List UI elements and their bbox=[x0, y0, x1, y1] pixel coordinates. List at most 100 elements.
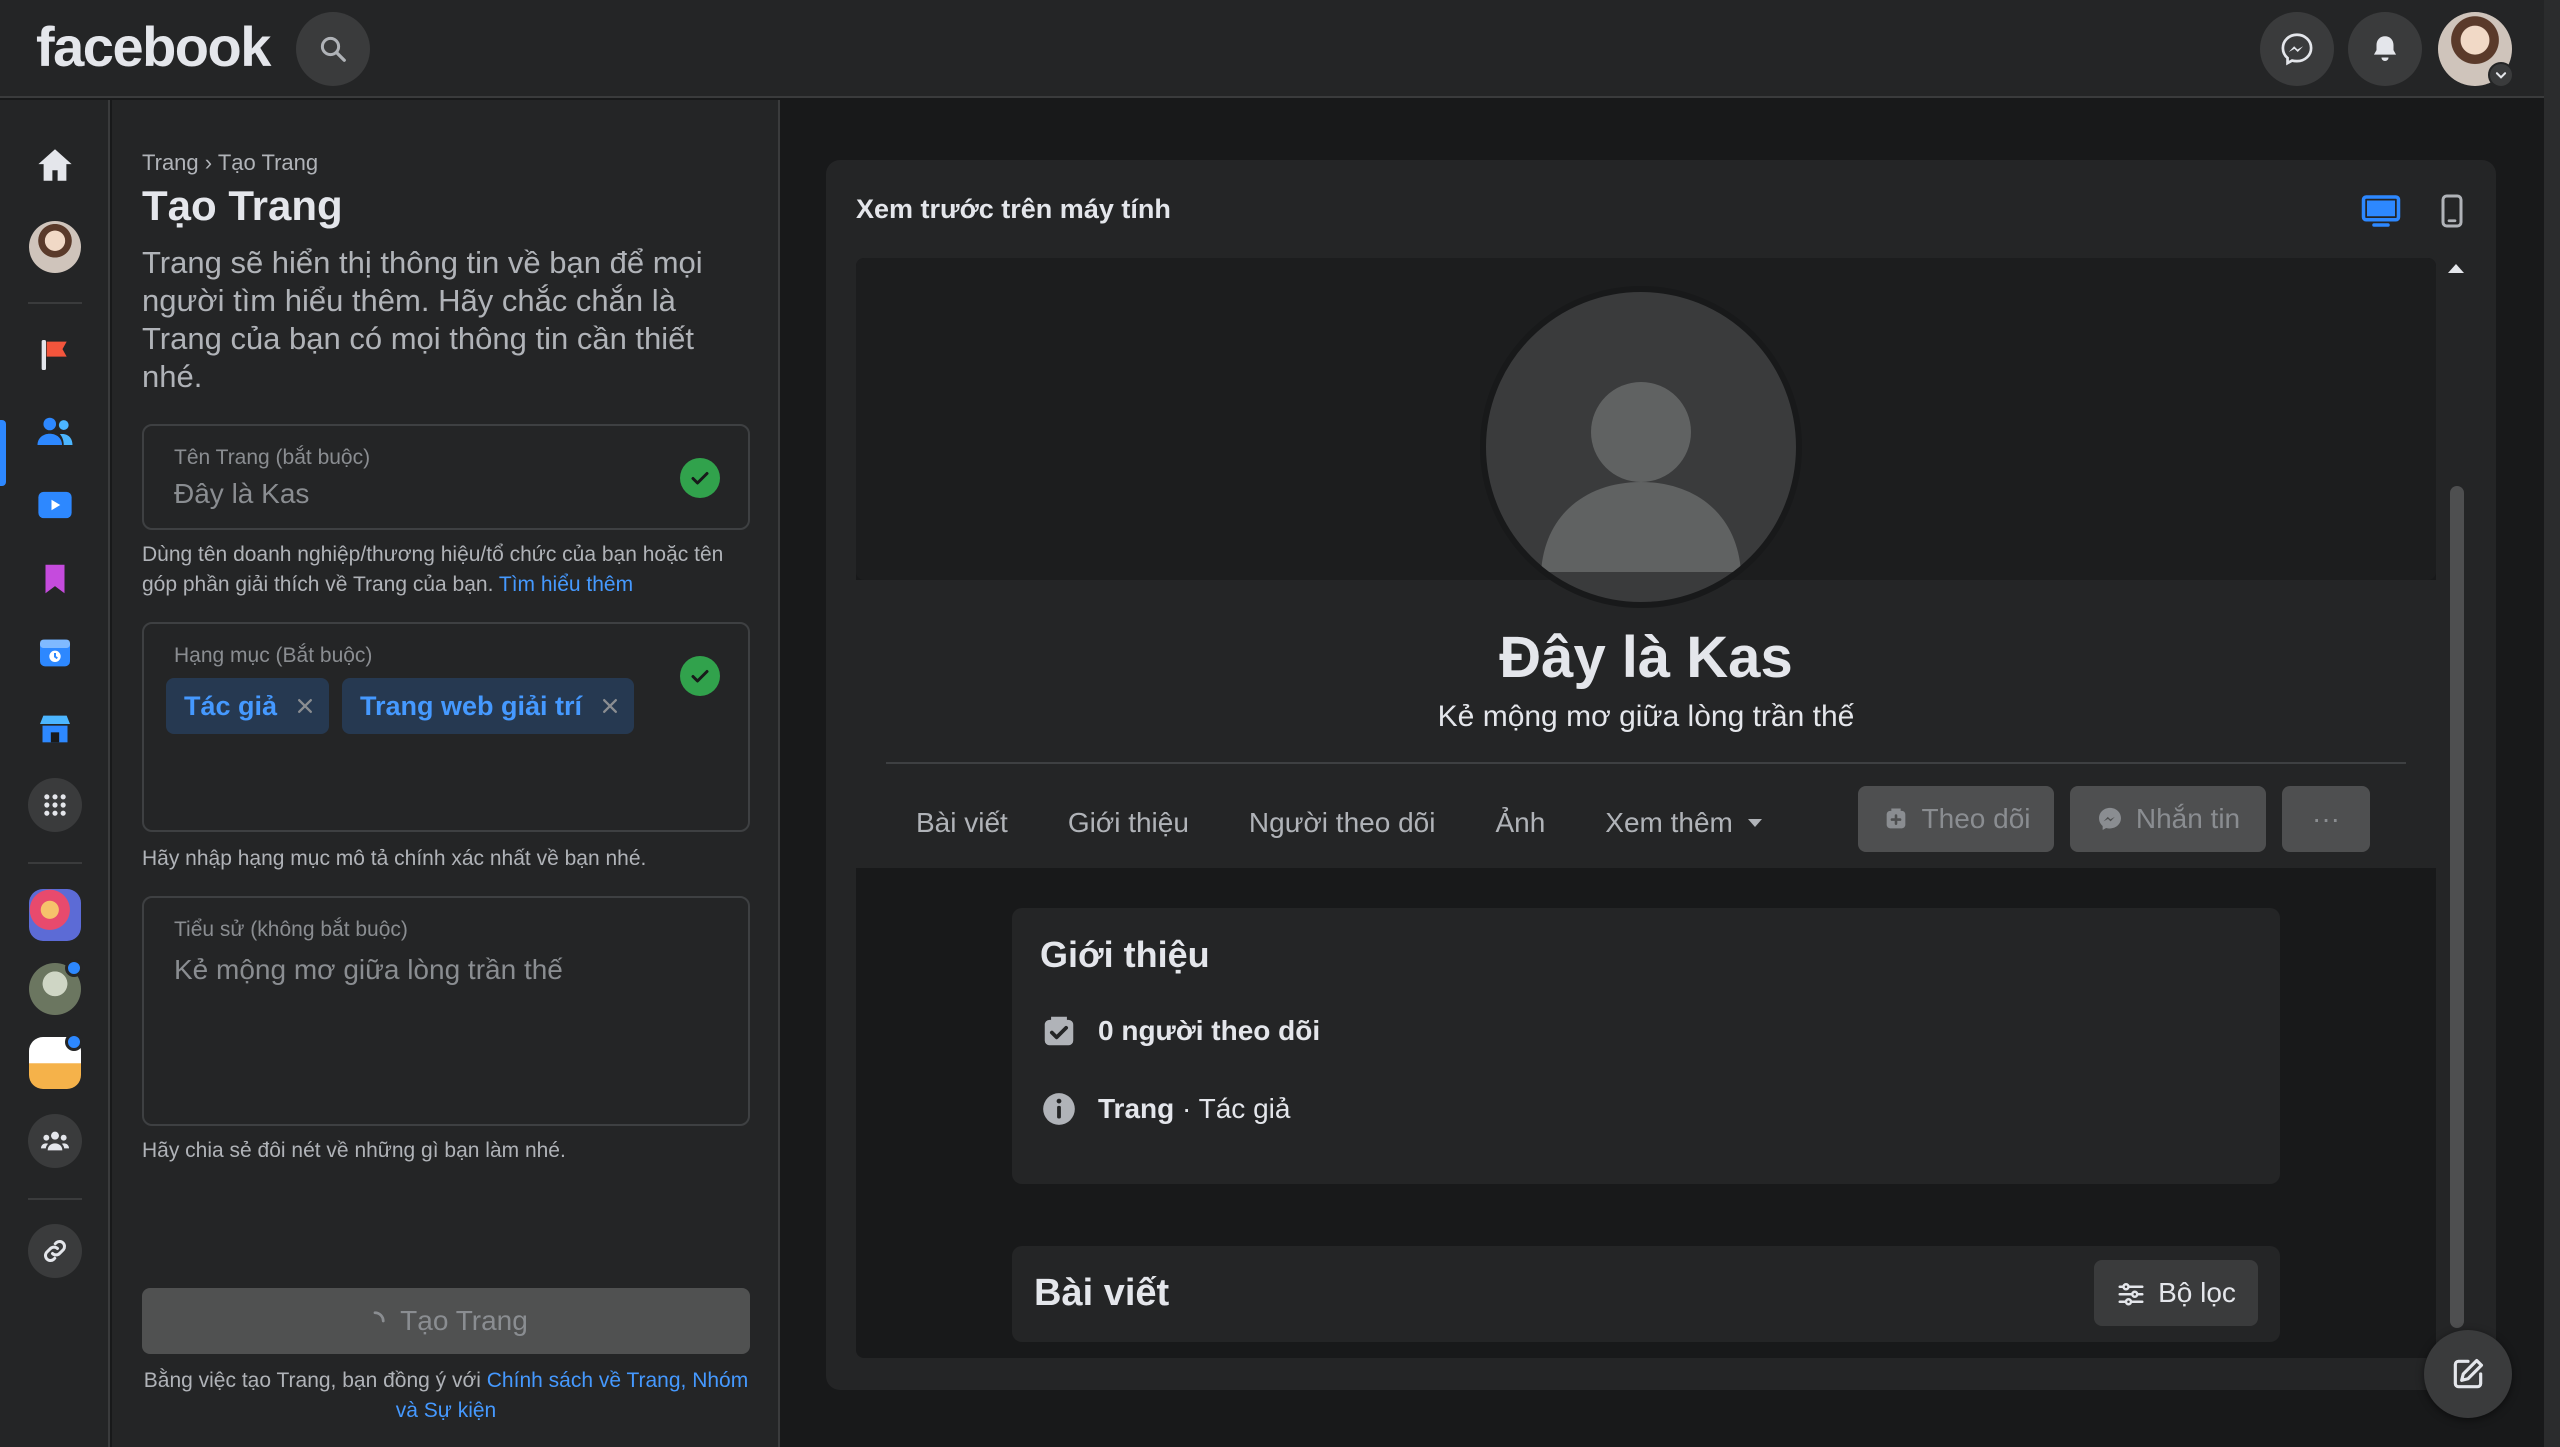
page-name-help-text: Dùng tên doanh nghiệp/thương hiệu/tổ chứ… bbox=[142, 543, 724, 596]
category-chip: Trang web giải trí bbox=[342, 678, 635, 734]
bio-input[interactable]: Kẻ mộng mơ giữa lòng trần thế bbox=[174, 954, 563, 986]
rail-divider bbox=[28, 1198, 82, 1200]
close-icon[interactable] bbox=[600, 696, 620, 716]
rail-link[interactable] bbox=[26, 1222, 84, 1280]
memories-icon bbox=[35, 633, 75, 673]
groups-icon bbox=[28, 1114, 82, 1168]
shortcut-avatar bbox=[29, 889, 81, 941]
followers-row: 0 người theo dõi bbox=[1040, 1012, 1320, 1050]
messenger-button[interactable] bbox=[2260, 12, 2334, 86]
create-page-button-label: Tạo Trang bbox=[400, 1305, 528, 1336]
follow-button-label: Theo dõi bbox=[1921, 803, 2031, 834]
notifications-button[interactable] bbox=[2348, 12, 2422, 86]
left-shortcut-rail bbox=[0, 100, 110, 1447]
active-indicator bbox=[0, 420, 6, 486]
rail-all-apps[interactable] bbox=[26, 776, 84, 834]
page-type-label: Trang bbox=[1098, 1093, 1175, 1124]
messenger-icon bbox=[2096, 805, 2124, 833]
loading-spinner-icon bbox=[364, 1310, 386, 1332]
category-field[interactable]: Hạng mục (Bắt buộc) Tác giả Trang web gi… bbox=[142, 622, 750, 832]
rail-watch[interactable] bbox=[26, 476, 84, 534]
preview-viewport: Đây là Kas Kẻ mộng mơ giữa lòng trần thế… bbox=[856, 258, 2436, 1358]
followers-icon bbox=[1040, 1012, 1078, 1050]
category-chip: Tác giả bbox=[166, 678, 330, 734]
bookmark-icon bbox=[36, 560, 74, 598]
page-name-field[interactable]: Tên Trang (bắt buộc) Đây là Kas bbox=[142, 424, 750, 530]
header-divider bbox=[886, 762, 2406, 764]
terms-prefix: Bằng việc tạo Trang, bạn đồng ý với bbox=[143, 1369, 481, 1392]
rail-shortcut-1[interactable] bbox=[26, 886, 84, 944]
rail-divider bbox=[28, 302, 82, 304]
scroll-up-arrow-icon[interactable] bbox=[2448, 264, 2464, 273]
page-name-input[interactable]: Đây là Kas bbox=[174, 478, 309, 510]
rail-pages[interactable] bbox=[26, 326, 84, 384]
more-options-label: ··· bbox=[2312, 803, 2340, 834]
tab-more[interactable]: Xem thêm bbox=[1575, 807, 1793, 839]
page-name-label: Tên Trang (bắt buộc) bbox=[174, 446, 371, 469]
search-icon bbox=[318, 34, 348, 64]
rail-friends[interactable] bbox=[26, 402, 84, 460]
home-icon bbox=[34, 144, 76, 186]
account-menu-button[interactable] bbox=[2488, 62, 2514, 88]
window-scrollbar[interactable] bbox=[2544, 0, 2560, 1447]
mobile-icon bbox=[2434, 190, 2470, 232]
preview-scrollbar[interactable] bbox=[2442, 258, 2470, 1358]
rail-profile[interactable] bbox=[26, 218, 84, 276]
tab-photos[interactable]: Ảnh bbox=[1465, 807, 1575, 839]
new-message-button[interactable] bbox=[2424, 1330, 2512, 1418]
message-button-label: Nhắn tin bbox=[2135, 803, 2241, 834]
rail-marketplace[interactable] bbox=[26, 700, 84, 758]
tab-followers[interactable]: Người theo dõi bbox=[1219, 807, 1466, 839]
rail-shortcut-3[interactable] bbox=[26, 1033, 84, 1092]
shortcut-avatar bbox=[29, 959, 83, 1015]
facebook-logo[interactable]: facebook bbox=[36, 14, 271, 79]
tab-followers-label: Người theo dõi bbox=[1248, 807, 1436, 838]
message-button[interactable]: Nhắn tin bbox=[2070, 786, 2266, 852]
page-name-help: Dùng tên doanh nghiệp/thương hiệu/tổ chứ… bbox=[142, 540, 762, 600]
learn-more-link[interactable]: Tìm hiểu thêm bbox=[499, 573, 633, 596]
bio-field[interactable]: Tiểu sử (không bắt buộc) Kẻ mộng mơ giữa… bbox=[142, 896, 750, 1126]
search-button[interactable] bbox=[296, 12, 370, 86]
rail-shortcut-2[interactable] bbox=[26, 959, 84, 1018]
about-card: Giới thiệu 0 người theo dõi Trang · Tác … bbox=[1012, 908, 2280, 1184]
close-icon[interactable] bbox=[295, 696, 315, 716]
check-icon bbox=[680, 656, 720, 696]
rail-home[interactable] bbox=[26, 136, 84, 194]
chevron-down-icon bbox=[2494, 68, 2508, 82]
filter-button-label: Bộ lọc bbox=[2158, 1277, 2236, 1308]
apps-grid-icon bbox=[28, 778, 82, 832]
profile-avatar bbox=[29, 221, 81, 273]
desktop-icon bbox=[2360, 190, 2402, 232]
link-icon bbox=[28, 1224, 82, 1278]
scrollbar-thumb[interactable] bbox=[2450, 486, 2464, 1328]
preview-page-name: Đây là Kas bbox=[1499, 625, 1793, 690]
rail-groups[interactable] bbox=[26, 1112, 84, 1170]
category-help: Hãy nhập hạng mục mô tả chính xác nhất v… bbox=[142, 847, 647, 870]
marketplace-icon bbox=[35, 709, 75, 749]
tab-posts[interactable]: Bài viết bbox=[886, 807, 1038, 839]
notification-dot bbox=[65, 959, 83, 977]
tab-about[interactable]: Giới thiệu bbox=[1038, 807, 1219, 839]
profile-picture bbox=[1480, 286, 1802, 608]
rail-saved[interactable] bbox=[26, 550, 84, 608]
page-header: Đây là Kas Kẻ mộng mơ giữa lòng trần thế… bbox=[856, 580, 2436, 868]
follow-icon bbox=[1882, 805, 1910, 833]
filter-sliders-icon bbox=[2116, 1278, 2146, 1308]
follow-button[interactable]: Theo dõi bbox=[1858, 786, 2054, 852]
posts-card: Bài viết Bộ lọc bbox=[1012, 1246, 2280, 1342]
breadcrumb-root[interactable]: Trang bbox=[142, 150, 199, 175]
rail-divider bbox=[28, 862, 82, 864]
create-page-button[interactable]: Tạo Trang bbox=[142, 1288, 750, 1354]
preview-page-bio: Kẻ mộng mơ giữa lòng trần thế bbox=[1437, 700, 1855, 733]
desktop-preview-button[interactable] bbox=[2360, 190, 2402, 232]
notification-dot bbox=[65, 1033, 83, 1051]
mobile-preview-button[interactable] bbox=[2434, 190, 2470, 232]
rail-memories[interactable] bbox=[26, 624, 84, 682]
filter-button[interactable]: Bộ lọc bbox=[2094, 1260, 2258, 1326]
tab-more-label: Xem thêm bbox=[1605, 807, 1733, 838]
info-icon bbox=[1040, 1090, 1078, 1128]
check-icon bbox=[680, 458, 720, 498]
followers-count: 0 người theo dõi bbox=[1098, 1015, 1321, 1046]
more-options-button[interactable]: ··· bbox=[2282, 786, 2370, 852]
page-category-label: · Tác giả bbox=[1174, 1093, 1291, 1124]
